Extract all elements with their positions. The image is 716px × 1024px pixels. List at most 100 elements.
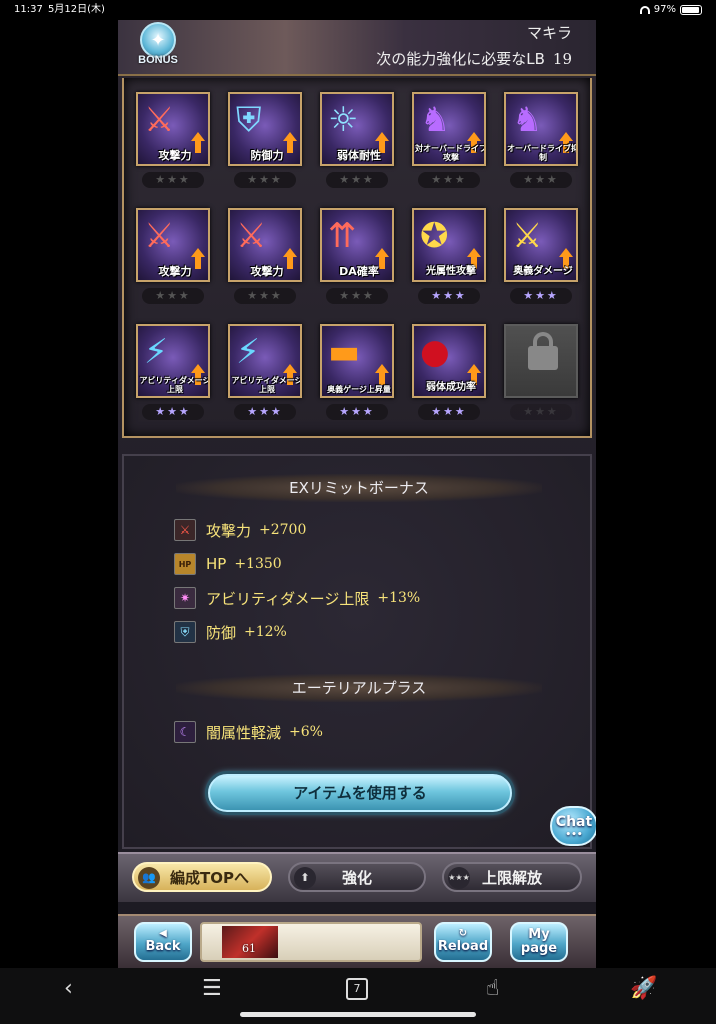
- use-item-button[interactable]: アイテムを使用する: [208, 774, 512, 812]
- skill-slot[interactable]: ⚔ 攻撃力 ★★★: [134, 208, 212, 313]
- skill-tile[interactable]: ✪ 光属性攻撃: [412, 208, 486, 282]
- reload-button[interactable]: ↻ Reload: [434, 922, 492, 962]
- skill-tile[interactable]: ⚔ 攻撃力: [228, 208, 302, 282]
- sword-icon: ⚔: [144, 216, 175, 256]
- hp-icon: HP: [174, 553, 196, 575]
- sword-icon: ⚔: [144, 100, 175, 140]
- skill-label: 弱体成功率: [426, 382, 476, 393]
- character-name: マキラ: [526, 24, 572, 42]
- skill-slot[interactable]: ♞ 対オーバードライブ攻撃 ★★★: [410, 92, 488, 197]
- attack-icon: ⚔: [174, 519, 196, 541]
- light-element-icon: ✪: [420, 216, 449, 256]
- mypage-button[interactable]: My page: [510, 922, 568, 962]
- skill-slot[interactable]: ⚡ アビリティダメージ上限 ★★★: [134, 324, 212, 429]
- crossed-swords-icon: ⚔: [512, 216, 543, 256]
- skill-slot[interactable]: ⛨ 防御力 ★★★: [226, 92, 304, 197]
- skill-label: オーバードライブ抑制: [507, 144, 578, 162]
- sword-icon: ⚔: [236, 216, 267, 256]
- gesture-icon[interactable]: ☝: [486, 976, 499, 1001]
- skill-tile[interactable]: ⇈ DA確率: [320, 208, 394, 282]
- skill-stars: ★★★: [326, 288, 388, 304]
- skill-stars: ★★★: [326, 404, 388, 420]
- skill-tile[interactable]: ☼ 弱体耐性: [320, 92, 394, 166]
- tab-limit-break[interactable]: ★★★ 上限解放: [442, 862, 582, 892]
- ability-damage-icon: ⚡: [144, 332, 168, 372]
- tabs-icon[interactable]: 7: [346, 978, 368, 1000]
- tab-label: 強化: [342, 869, 373, 887]
- chat-button[interactable]: Chat •••: [550, 806, 596, 846]
- character-header: ✦ BONUS マキラ 次の能力強化に必要なLB 19: [118, 20, 596, 76]
- menu-icon[interactable]: ☰: [202, 976, 222, 1001]
- player-status-box[interactable]: 61: [200, 922, 422, 962]
- skill-tile[interactable]: ▬ 奥義ゲージ上昇量: [320, 324, 394, 398]
- rocket-icon[interactable]: 🚀: [630, 976, 657, 1001]
- skill-slot-locked[interactable]: ★★★: [502, 324, 580, 429]
- bonus-name: 攻撃力: [206, 521, 252, 540]
- skill-stars: ★★★: [142, 172, 204, 188]
- status-bar: 11:37 5月12日(木) 97%: [0, 0, 716, 20]
- skill-stars: ★★★: [326, 172, 388, 188]
- skill-tile[interactable]: ♞ オーバードライブ抑制: [504, 92, 578, 166]
- skill-tile-locked[interactable]: [504, 324, 578, 398]
- skill-slot[interactable]: ⚔ 奥義ダメージ ★★★: [502, 208, 580, 313]
- ex-bonus-panel: EXリミットボーナス ⚔ 攻撃力 +2700 HP HP +1350 ✷ アビリ…: [122, 454, 592, 849]
- skill-slot[interactable]: ♞ オーバードライブ抑制 ★★★: [502, 92, 580, 197]
- shield-icon: ⛨: [236, 100, 262, 140]
- skill-stars: ★★★: [510, 288, 572, 304]
- skill-label: 防御力: [250, 149, 284, 162]
- skill-tile[interactable]: ⚡ アビリティダメージ上限: [228, 324, 302, 398]
- home-indicator: [240, 1012, 476, 1017]
- skill-label: アビリティダメージ上限: [231, 376, 302, 394]
- skill-label: アビリティダメージ上限: [139, 376, 210, 394]
- skill-tile[interactable]: ⚔ 攻撃力: [136, 92, 210, 166]
- skill-tile[interactable]: ⚡ アビリティダメージ上限: [136, 324, 210, 398]
- lb-requirement: 次の能力強化に必要なLB 19: [376, 48, 572, 69]
- bonus-badge[interactable]: ✦ BONUS: [134, 22, 182, 70]
- skill-slot[interactable]: ● 弱体成功率 ★★★: [410, 324, 488, 429]
- ethereal-plus-title: エーテリアルプラス: [176, 674, 542, 702]
- skill-stars: ★★★: [234, 288, 296, 304]
- double-attack-icon: ⇈: [328, 216, 357, 256]
- skill-slot[interactable]: ⚔ 攻撃力 ★★★: [226, 208, 304, 313]
- tab-label: 上限解放: [482, 869, 543, 887]
- skill-label: 対オーバードライブ攻撃: [415, 144, 486, 162]
- skill-tile[interactable]: ♞ 対オーバードライブ攻撃: [412, 92, 486, 166]
- skill-slot[interactable]: ☼ 弱体耐性 ★★★: [318, 92, 396, 197]
- skill-tile[interactable]: ● 弱体成功率: [412, 324, 486, 398]
- skill-tile[interactable]: ⚔ 奥義ダメージ: [504, 208, 578, 282]
- game-bottom-bar: ◀ Back 61 ↻ Reload My page: [118, 914, 596, 968]
- skill-slot[interactable]: ⇈ DA確率 ★★★: [318, 208, 396, 313]
- bonus-name: 闇属性軽減: [206, 723, 282, 742]
- skill-tile[interactable]: ⚔ 攻撃力: [136, 208, 210, 282]
- ability-icon: ✷: [174, 587, 196, 609]
- battery-icon: [680, 5, 702, 15]
- tab-label: 編成TOPへ: [170, 869, 249, 887]
- skill-slot[interactable]: ⚔ 攻撃力 ★★★: [134, 92, 212, 197]
- up-arrow-icon: ⬆: [294, 867, 316, 889]
- skill-slot[interactable]: ⚡ アビリティダメージ上限 ★★★: [226, 324, 304, 429]
- chat-dots-icon: •••: [565, 830, 583, 840]
- tab-formation-top[interactable]: 👥 編成TOPへ: [132, 862, 272, 892]
- reload-label: Reload: [437, 939, 489, 954]
- bonus-value: +6%: [289, 724, 323, 740]
- bonus-value: +2700: [259, 522, 307, 538]
- skill-stars: ★★★: [142, 288, 204, 304]
- skill-stars: ★★★: [234, 172, 296, 188]
- skill-tile[interactable]: ⛨ 防御力: [228, 92, 302, 166]
- skill-slot[interactable]: ▬ 奥義ゲージ上昇量 ★★★: [318, 324, 396, 429]
- back-label: Back: [145, 939, 181, 954]
- lb-requirement-label: 次の能力強化に必要なLB: [376, 50, 545, 68]
- skill-label: 弱体耐性: [337, 149, 381, 162]
- bonus-row: ⚔ 攻撃力 +2700: [174, 518, 306, 542]
- tab-enhance[interactable]: ⬆ 強化: [288, 862, 426, 892]
- dark-resist-icon: ☾: [174, 721, 196, 743]
- gauge-icon: ▬: [328, 332, 361, 372]
- chevron-left-icon[interactable]: ‹: [64, 976, 73, 1001]
- defense-icon: ⛨: [174, 621, 196, 643]
- bonus-value: +1350: [234, 556, 282, 572]
- skill-slot[interactable]: ✪ 光属性攻撃 ★★★: [410, 208, 488, 313]
- limit-bonus-grid: ⚔ 攻撃力 ★★★ ⛨ 防御力 ★★★ ☼ 弱体耐性 ★★★ ♞ 対オーバードラ…: [122, 78, 592, 438]
- back-button[interactable]: ◀ Back: [134, 922, 192, 962]
- bonus-row: ✷ アビリティダメージ上限 +13%: [174, 586, 420, 610]
- debuff-success-icon: ●: [420, 332, 450, 372]
